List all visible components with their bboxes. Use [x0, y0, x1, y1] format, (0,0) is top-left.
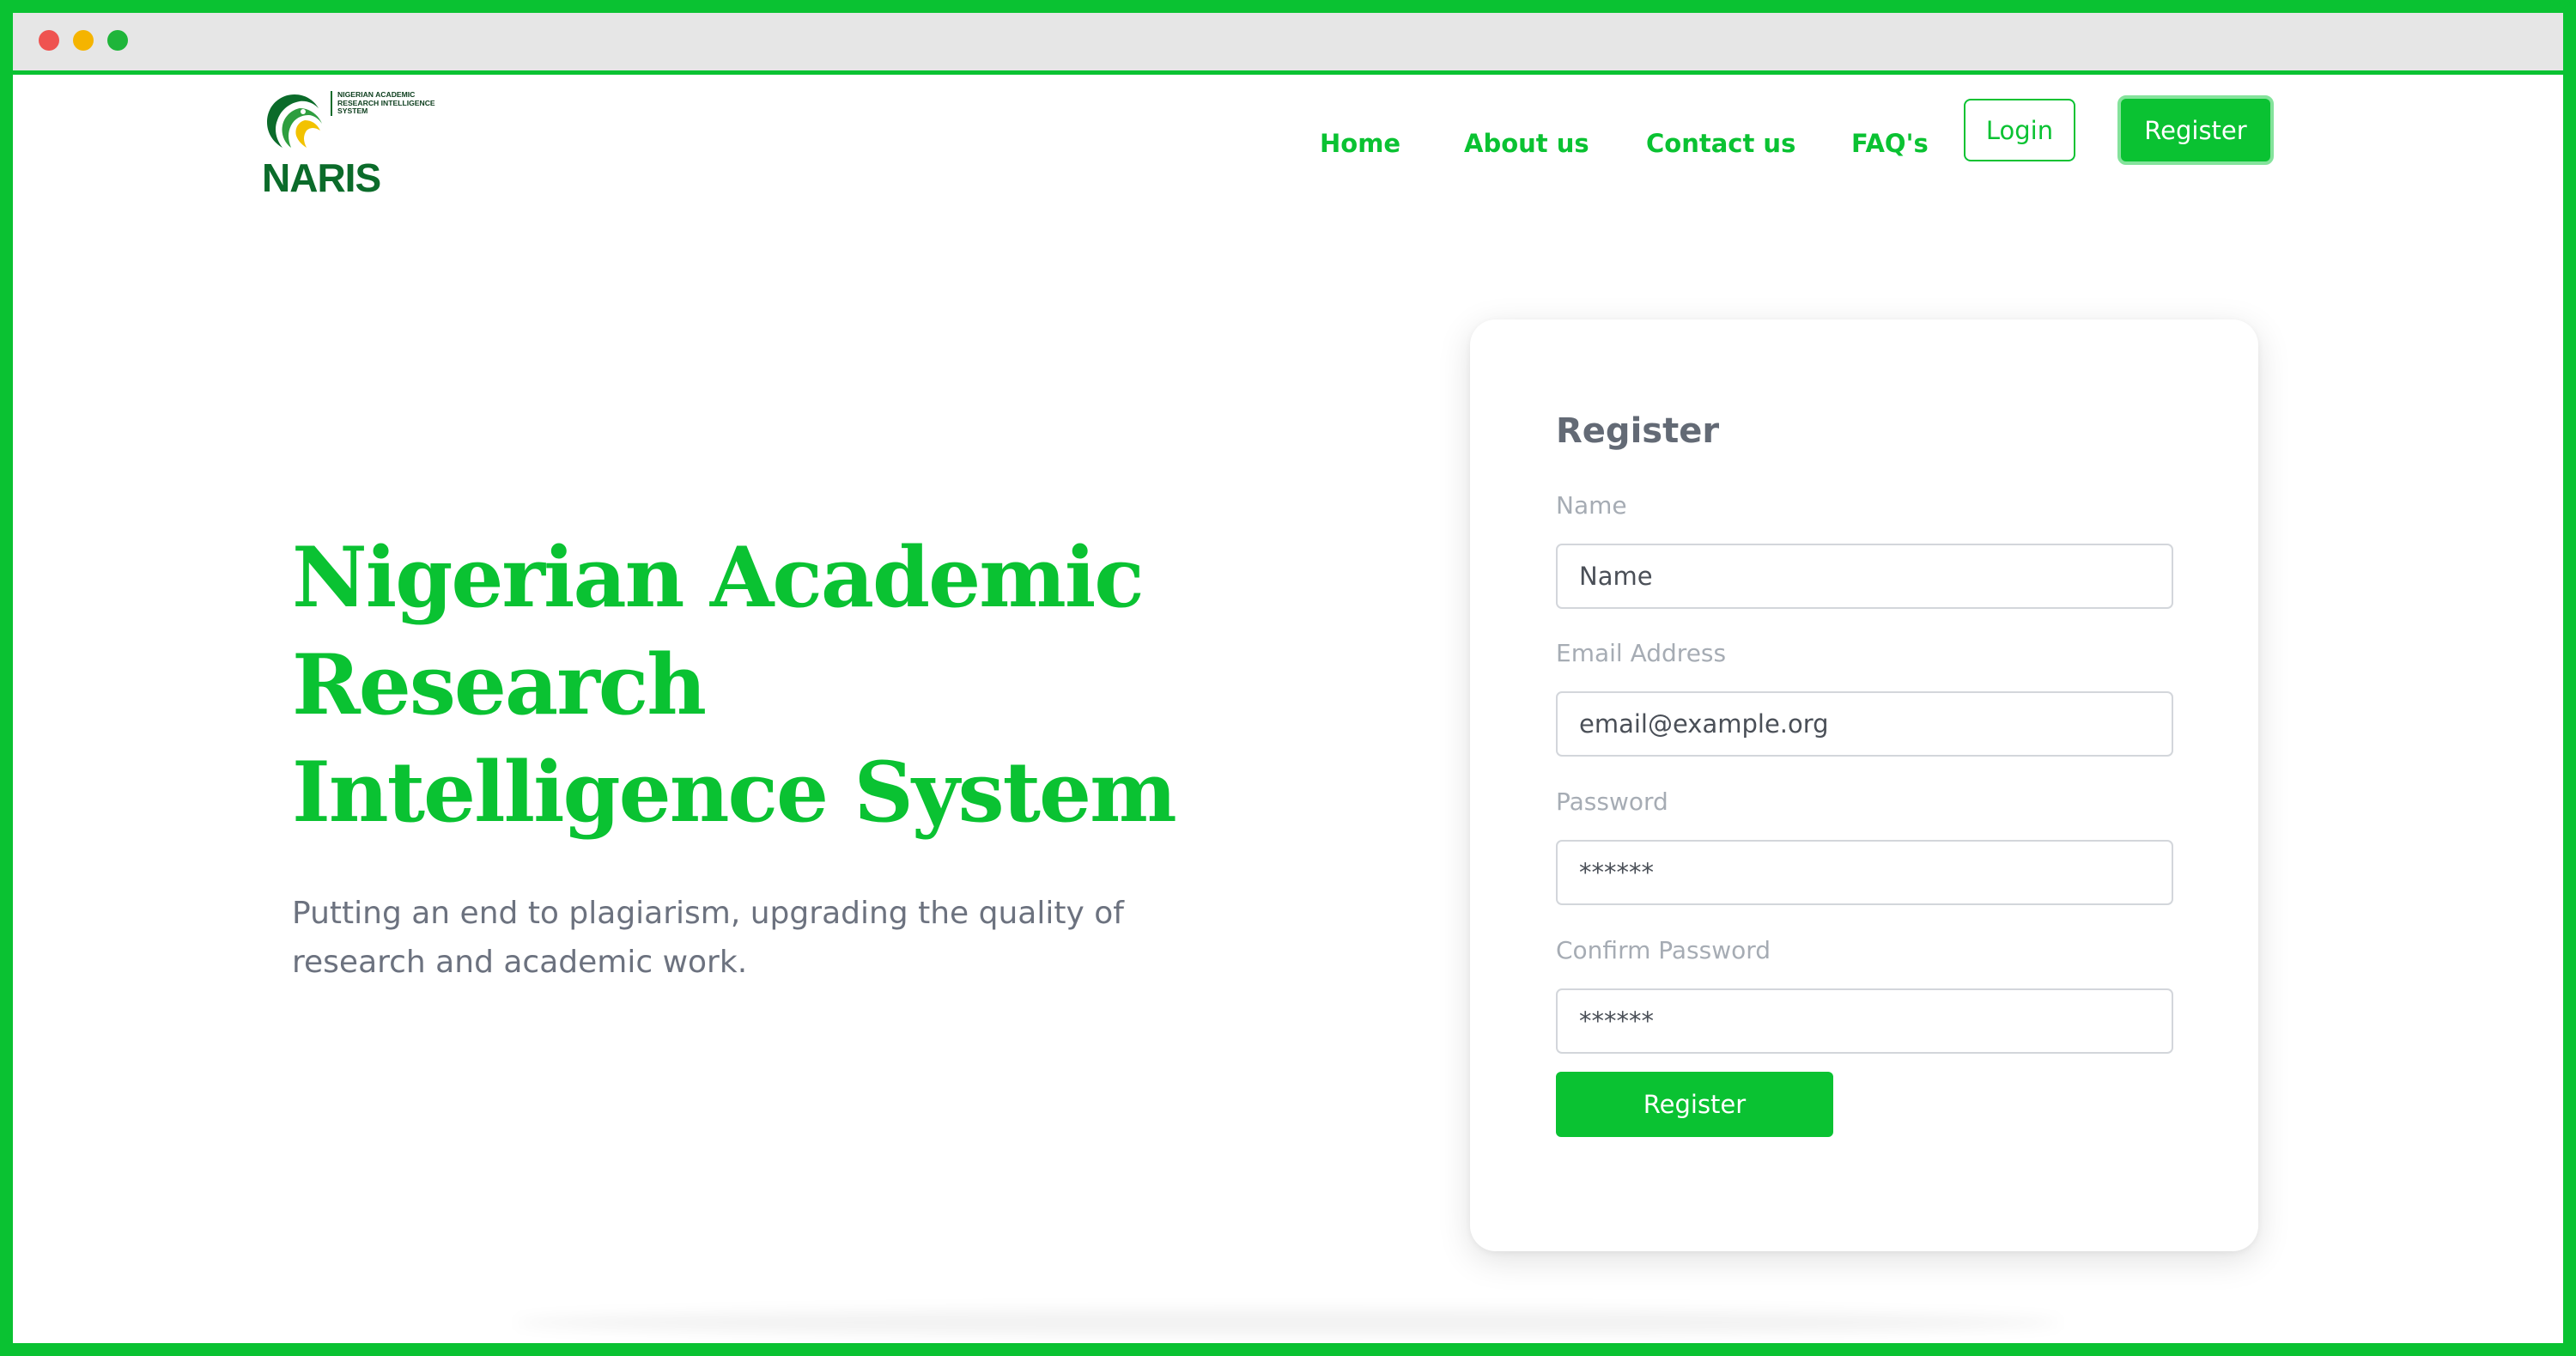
nav-contact-link[interactable]: Contact us — [1646, 129, 1795, 158]
password-field-label: Password — [1556, 787, 1668, 816]
window-titlebar — [13, 13, 2563, 75]
nav-faq-link[interactable]: FAQ's — [1851, 129, 1929, 158]
register-submit-button[interactable]: Register — [1556, 1072, 1833, 1137]
confirm-password-input[interactable] — [1556, 988, 2173, 1054]
hero-title-line: Intelligence System — [292, 744, 1177, 841]
maximize-window-button[interactable] — [107, 30, 128, 51]
minimize-window-button[interactable] — [73, 30, 94, 51]
hero-title-line: Research — [292, 636, 707, 733]
close-window-button[interactable] — [39, 30, 59, 51]
email-field-label: Email Address — [1556, 639, 1727, 667]
name-field-label: Name — [1556, 491, 1627, 520]
confirm-password-field-label: Confirm Password — [1556, 936, 1771, 964]
email-input[interactable] — [1556, 691, 2173, 757]
register-nav-button[interactable]: Register — [2117, 95, 2274, 165]
nav-home-link[interactable]: Home — [1320, 129, 1400, 158]
nav-about-link[interactable]: About us — [1464, 129, 1589, 158]
login-button[interactable]: Login — [1964, 99, 2075, 161]
naris-logo[interactable]: NIGERIAN ACADEMIC RESEARCH INTELLIGENCE … — [262, 89, 435, 200]
password-input[interactable] — [1556, 840, 2173, 905]
register-card: Register Name Email Address Password Con… — [1470, 319, 2258, 1251]
eagle-logo-icon — [267, 94, 322, 148]
hero-subtitle: Putting an end to plagiarism, upgrading … — [292, 896, 1124, 980]
name-input[interactable] — [1556, 544, 2173, 609]
section-shadow — [515, 1310, 2061, 1335]
hero-title-line: Nigerian Academic — [292, 529, 1145, 626]
register-card-title: Register — [1556, 411, 1720, 451]
hero-title: Nigerian Academic Research Intelligence … — [292, 524, 1236, 846]
logo-wordmark: NARIS — [262, 155, 381, 200]
logo-subtitle: NIGERIAN ACADEMIC RESEARCH INTELLIGENCE … — [331, 90, 440, 116]
